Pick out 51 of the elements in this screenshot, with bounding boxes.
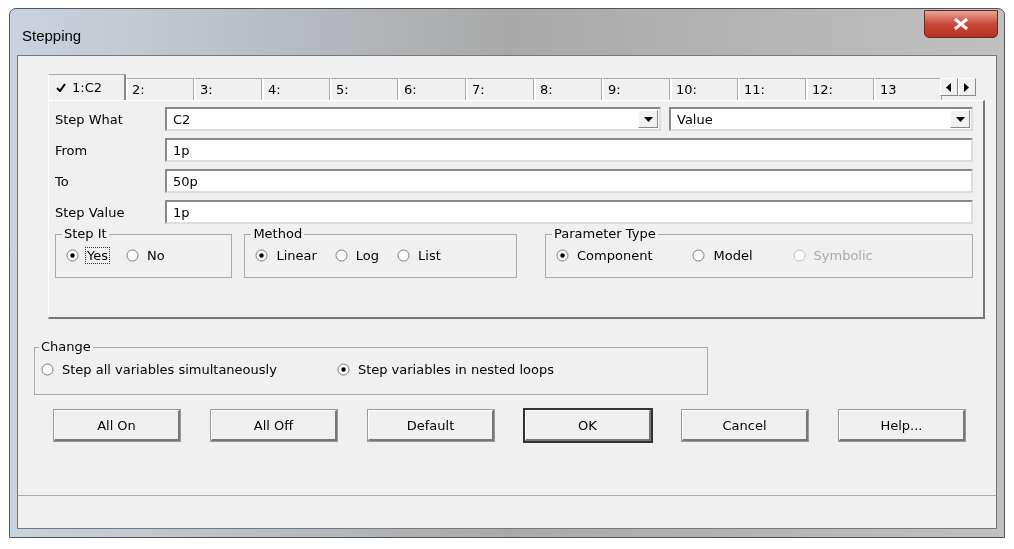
- window-title: Stepping: [22, 27, 82, 44]
- tab[interactable]: 7:: [466, 78, 534, 100]
- tab[interactable]: 11:: [738, 78, 806, 100]
- caret-icon: [955, 116, 965, 122]
- dialog-button[interactable]: All On: [54, 410, 180, 441]
- right-arrow-icon: [964, 82, 970, 92]
- radio-button[interactable]: List: [397, 247, 443, 264]
- tab[interactable]: 2:: [126, 78, 194, 100]
- field-label: From: [55, 142, 89, 158]
- dialog-button[interactable]: Help...: [839, 410, 965, 441]
- dropdown-button[interactable]: [950, 110, 970, 128]
- radio-button[interactable]: Model: [692, 247, 755, 264]
- field-label: Step What: [55, 111, 124, 127]
- tab[interactable]: 1:C2: [48, 74, 126, 100]
- radio-button[interactable]: Step all variables simultaneously: [41, 361, 279, 378]
- dialog-button[interactable]: Default: [368, 410, 494, 441]
- tab[interactable]: 13: [874, 78, 942, 100]
- tab[interactable]: 8:: [534, 78, 602, 100]
- tab[interactable]: 5:: [330, 78, 398, 100]
- field-label: To: [55, 173, 70, 189]
- tab[interactable]: 10:: [670, 78, 738, 100]
- input-field[interactable]: 50p: [165, 169, 973, 193]
- radio-button[interactable]: Log: [334, 247, 382, 264]
- dropdown-field[interactable]: C2: [165, 107, 661, 131]
- input-field[interactable]: 1p: [165, 200, 973, 224]
- close-button[interactable]: [924, 10, 998, 38]
- checkmark-icon: [56, 83, 66, 92]
- tab[interactable]: 3:: [194, 78, 262, 100]
- dropdown-button[interactable]: [638, 110, 658, 128]
- tab[interactable]: 12:: [806, 78, 874, 100]
- radio-button[interactable]: Component: [556, 247, 655, 264]
- radio-button[interactable]: Step variables in nested loops: [336, 361, 556, 378]
- scroll-left-button[interactable]: [940, 78, 958, 96]
- tab[interactable]: 9:: [602, 78, 670, 100]
- dialog-button[interactable]: All Off: [211, 410, 337, 441]
- group-title: Step It: [62, 226, 109, 242]
- tab[interactable]: 6:: [398, 78, 466, 100]
- field-label: Step Value: [55, 204, 126, 220]
- caret-icon: [643, 116, 653, 122]
- dropdown-field[interactable]: Value: [669, 107, 973, 131]
- input-field[interactable]: 1p: [165, 138, 973, 162]
- group-title: Change: [39, 339, 93, 355]
- group-title: Parameter Type: [552, 226, 658, 242]
- left-arrow-icon: [946, 82, 952, 92]
- dialog-button[interactable]: OK: [525, 410, 651, 441]
- radio-button[interactable]: Linear: [255, 247, 319, 264]
- close-icon: [953, 18, 969, 30]
- scroll-right-button[interactable]: [958, 78, 976, 96]
- dialog-button[interactable]: Cancel: [682, 410, 808, 441]
- tab[interactable]: 4:: [262, 78, 330, 100]
- radio-button[interactable]: No: [126, 247, 167, 264]
